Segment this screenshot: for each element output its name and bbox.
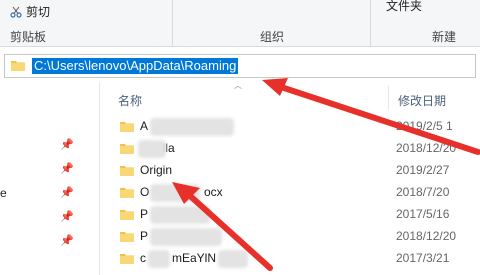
folder-icon — [120, 122, 134, 132]
folder-icon — [120, 210, 134, 220]
file-date: 2017/3/21 — [396, 251, 450, 265]
redaction-blur — [150, 206, 210, 224]
file-date: 2019/2/5 1 — [396, 119, 453, 133]
redaction-blur — [150, 118, 234, 136]
folder-icon — [120, 144, 134, 154]
list-item[interactable]: O ocx 2018/7/20 — [104, 182, 480, 204]
ribbon-divider — [172, 0, 173, 46]
file-name-suffix: ocx — [204, 185, 223, 199]
new-group-label: 新建 — [432, 30, 457, 44]
folder-icon — [11, 61, 25, 71]
file-name-origin: Origin — [140, 163, 173, 177]
redaction-blur — [150, 184, 200, 202]
list-item[interactable]: Origin 2019/2/27 — [104, 160, 480, 182]
pin-icon[interactable]: 📌 — [60, 234, 74, 247]
folder-icon — [120, 188, 134, 198]
navigation-pane: 📌 📌 📌 📌 📌 e — [0, 82, 100, 275]
file-name: A — [140, 119, 149, 133]
redaction-blur — [138, 140, 166, 158]
folder-icon — [120, 232, 134, 242]
scissors-icon — [10, 6, 22, 18]
list-item[interactable]: z..Zilla 2018/12/20 — [104, 138, 480, 160]
folder-icon — [120, 166, 134, 176]
column-header-name[interactable]: 名称 — [118, 92, 142, 109]
file-name: P — [140, 207, 149, 221]
folder-icon — [120, 254, 134, 264]
redaction-blur — [150, 228, 222, 246]
cut-label: 剪切 — [26, 5, 51, 19]
new-folder-button[interactable]: 文件夹 — [386, 0, 422, 14]
ribbon: 剪切 剪贴板 组织 文件夹 新建 — [0, 0, 480, 47]
file-date: 2018/12/20 — [396, 229, 457, 243]
column-divider[interactable] — [388, 86, 389, 110]
cut-button[interactable]: 剪切 — [10, 3, 50, 20]
list-item[interactable]: P 2018/12/20 — [104, 226, 480, 248]
file-name-suffix: mEaYlN — [172, 251, 217, 265]
list-item[interactable]: c mEaYlN 2017/3/21 — [104, 248, 480, 270]
file-name: P — [140, 229, 149, 243]
redaction-blur — [148, 250, 170, 268]
sort-ascending-icon: ︿ — [234, 81, 242, 90]
file-date: 2017/5/16 — [396, 207, 450, 221]
pin-icon[interactable]: 📌 — [60, 138, 74, 151]
organize-group-label: 组织 — [260, 30, 285, 44]
pin-icon[interactable]: 📌 — [60, 210, 74, 223]
nav-item-label[interactable]: e — [0, 186, 7, 200]
ribbon-divider — [370, 0, 371, 46]
address-bar-row: C:\Users\lenovo\AppData\Roaming — [0, 52, 480, 80]
list-item[interactable]: A 2019/2/5 1 — [104, 116, 480, 138]
file-name: c — [140, 251, 146, 265]
pin-icon[interactable]: 📌 — [60, 162, 74, 175]
address-bar[interactable]: C:\Users\lenovo\AppData\Roaming — [4, 54, 476, 78]
file-name: O — [140, 185, 150, 199]
address-path[interactable]: C:\Users\lenovo\AppData\Roaming — [32, 58, 239, 74]
file-date: 2019/2/27 — [396, 163, 450, 177]
list-item[interactable]: P 2017/5/16 — [104, 204, 480, 226]
file-date: 2018/7/20 — [396, 185, 450, 199]
column-header-modified[interactable]: 修改日期 — [398, 92, 446, 109]
redaction-blur — [218, 250, 248, 268]
file-date: 2018/12/20 — [396, 141, 457, 155]
pin-icon[interactable]: 📌 — [60, 186, 74, 199]
clipboard-group-label: 剪贴板 — [10, 30, 47, 44]
